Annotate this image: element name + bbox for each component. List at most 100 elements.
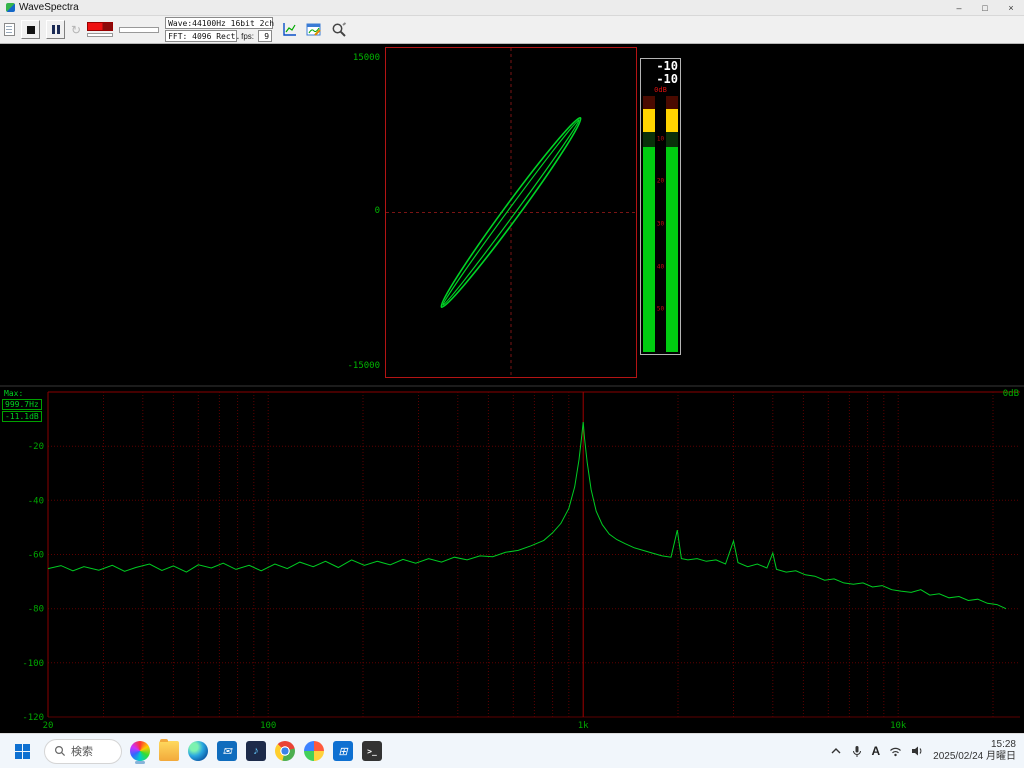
axes-icon <box>281 22 297 38</box>
spectrum-grid <box>48 392 1020 717</box>
spectrum-y-label: -20 <box>28 442 44 452</box>
start-button[interactable] <box>6 737 38 765</box>
lissajous-axis-max: 15000 <box>336 53 380 63</box>
window-title: WaveSpectra <box>19 2 79 13</box>
lissajous-axis-zero: 0 <box>336 206 380 216</box>
spectrum-x-label: 100 <box>260 721 276 731</box>
taskbar-icon-photos[interactable] <box>302 738 326 764</box>
wavespectra-icon <box>130 741 150 761</box>
graph-settings-button[interactable] <box>304 20 323 39</box>
titlebar-drag-area[interactable] <box>79 0 946 15</box>
spectrum-y-label: -80 <box>28 605 44 615</box>
scope-section: 15000 0 -15000 -10 -10 0dB 1020304050 <box>0 44 1024 385</box>
spectrum-plot: -20 -40 -60 -80 -100 -12020 100 1k 10k <box>0 387 1024 733</box>
graph-edit-icon <box>306 22 322 38</box>
search-icon <box>54 745 66 757</box>
meter-tick-label: 10 <box>656 135 666 142</box>
search-placeholder: 検索 <box>71 743 93 759</box>
taskbar-app-icons <box>128 738 384 764</box>
meter-display-button[interactable] <box>279 20 298 39</box>
windows-logo-icon <box>15 744 30 759</box>
level-bar-left <box>643 96 655 352</box>
file-explorer-icon <box>159 741 179 761</box>
edge-icon <box>188 741 208 761</box>
spectrum-section: -20 -40 -60 -80 -100 -12020 100 1k 10k Max: 999.… <box>0 387 1024 733</box>
terminal-icon <box>362 741 382 761</box>
spectrum-y-label: -60 <box>28 551 44 561</box>
max-label: Max: <box>2 389 42 398</box>
meter-scale-top-label: 0dB <box>643 86 678 95</box>
record-indicator-group <box>87 22 113 37</box>
spectrum-axis-labels: -20 -40 -60 -80 -100 -12020 100 1k 10k <box>22 442 907 731</box>
minimize-button[interactable]: – <box>946 0 972 15</box>
taskbar-icon-edge[interactable] <box>186 738 210 764</box>
title-bar: WaveSpectra – □ × <box>0 0 1024 16</box>
meter-tick-labels: 10 20 30 40 50 <box>656 96 666 352</box>
store-icon <box>333 741 353 761</box>
record-level-indicator <box>87 22 113 31</box>
taskbar-icon-file-explorer[interactable] <box>157 738 181 764</box>
lissajous-plot <box>386 48 636 377</box>
maximize-button[interactable]: □ <box>972 0 998 15</box>
taskbar-icon-media-player[interactable] <box>244 738 268 764</box>
spectrum-zero-db-label: 0dB <box>1003 389 1019 399</box>
peak-readout-right: -10 <box>643 73 678 86</box>
spectrum-trace <box>48 422 1006 609</box>
taskbar-icon-chrome[interactable] <box>273 738 297 764</box>
fft-settings-field: FFT: 4096 Rect. <box>165 30 237 42</box>
taskbar-search[interactable]: 検索 <box>44 739 122 764</box>
toolbar: ↻ Wave:44100Hz 16bit 2ch FFT: 4096 Rect.… <box>0 16 1024 44</box>
stream-info-group: Wave:44100Hz 16bit 2ch FFT: 4096 Rect. f… <box>165 17 273 42</box>
taskbar-icon-terminal[interactable] <box>360 738 384 764</box>
meter-bars: 10 20 30 40 50 <box>643 95 678 352</box>
spectrum-y-label: -120 <box>22 713 44 723</box>
meter-tick-label: 40 <box>656 263 666 270</box>
microphone-icon[interactable] <box>851 745 863 758</box>
pause-button[interactable] <box>46 20 65 39</box>
stop-icon <box>27 26 35 34</box>
spectrum-y-label: -40 <box>28 496 44 506</box>
clock-time: 15:28 <box>933 739 1016 751</box>
wave-format-field: Wave:44100Hz 16bit 2ch <box>165 17 273 29</box>
stop-button[interactable] <box>21 20 40 39</box>
ime-indicator[interactable]: A <box>872 744 881 758</box>
magnifier-wrench-icon <box>331 22 347 38</box>
media-player-icon <box>246 741 266 761</box>
max-frequency-readout: 999.7Hz <box>2 399 42 410</box>
chrome-icon <box>275 741 295 761</box>
meter-tick-label: 50 <box>656 306 666 313</box>
loop-icon[interactable]: ↻ <box>71 23 81 37</box>
taskbar-icon-store[interactable] <box>331 738 355 764</box>
taskbar: 検索 A 15:28 2025/02/24 月曜日 <box>0 733 1024 768</box>
outlook-icon <box>217 741 237 761</box>
lissajous-panel <box>385 47 637 378</box>
position-slider[interactable] <box>119 27 159 33</box>
taskbar-icon-outlook[interactable] <box>215 738 239 764</box>
pause-icon <box>52 25 60 34</box>
record-level-slider[interactable] <box>87 33 113 37</box>
fps-value-field: 9 <box>258 30 272 42</box>
app-icon <box>6 3 15 12</box>
peak-readout-overlay: Max: 999.7Hz -11.1dB <box>2 389 42 422</box>
level-bar-right <box>666 96 678 352</box>
tray-chevron-icon[interactable] <box>830 745 842 757</box>
max-level-readout: -11.1dB <box>2 411 42 422</box>
speaker-icon[interactable] <box>911 745 924 757</box>
lissajous-axis-min: -15000 <box>336 361 380 371</box>
photos-icon <box>304 741 324 761</box>
analyzer-settings-button[interactable] <box>329 20 348 39</box>
meter-tick-label: 20 <box>656 178 666 185</box>
fps-label: fps: <box>241 32 255 41</box>
spectrum-x-label: 20 <box>43 721 54 731</box>
meter-tick-label: 30 <box>656 221 666 228</box>
level-meter-panel: -10 -10 0dB 1020304050 <box>640 58 681 355</box>
spectrum-x-label: 1k <box>578 721 589 731</box>
spectrum-x-label: 10k <box>890 721 907 731</box>
close-button[interactable]: × <box>998 0 1024 15</box>
open-file-icon[interactable] <box>4 23 15 36</box>
network-icon[interactable] <box>889 746 902 757</box>
spectrum-y-label: -100 <box>22 659 44 669</box>
clock-date: 2025/02/24 月曜日 <box>933 751 1016 763</box>
taskbar-clock[interactable]: 15:28 2025/02/24 月曜日 <box>933 739 1016 763</box>
taskbar-icon-wavespectra[interactable] <box>128 738 152 764</box>
